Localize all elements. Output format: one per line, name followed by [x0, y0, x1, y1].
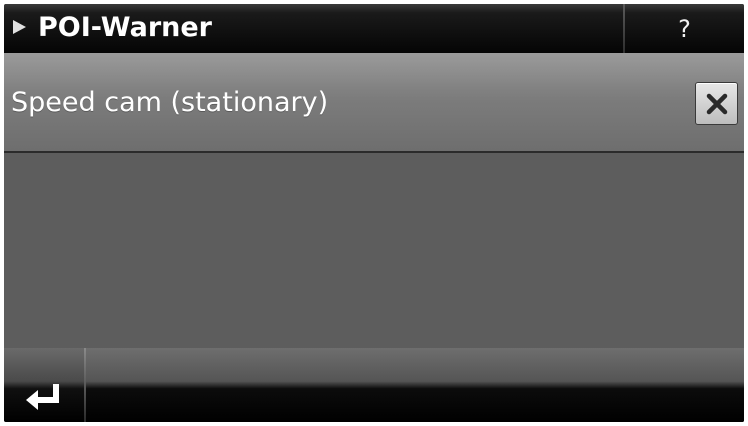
back-button[interactable]: [4, 348, 84, 422]
poi-warner-screen: POI-Warner ? Speed cam (stationary): [4, 4, 744, 422]
delete-button[interactable]: [695, 82, 738, 125]
play-triangle-icon: [13, 20, 26, 34]
help-label: ?: [678, 14, 691, 43]
list-empty-area: [4, 153, 744, 348]
footer-bar: [4, 348, 744, 422]
close-icon: [706, 93, 727, 114]
title-bar: POI-Warner ?: [4, 4, 744, 53]
help-button[interactable]: ?: [625, 4, 744, 53]
list-item[interactable]: Speed cam (stationary): [4, 53, 744, 153]
list-item-label: Speed cam (stationary): [11, 87, 329, 118]
footer-empty-bar: [86, 348, 744, 422]
return-arrow-icon: [26, 384, 59, 410]
page-title: POI-Warner: [38, 12, 212, 43]
